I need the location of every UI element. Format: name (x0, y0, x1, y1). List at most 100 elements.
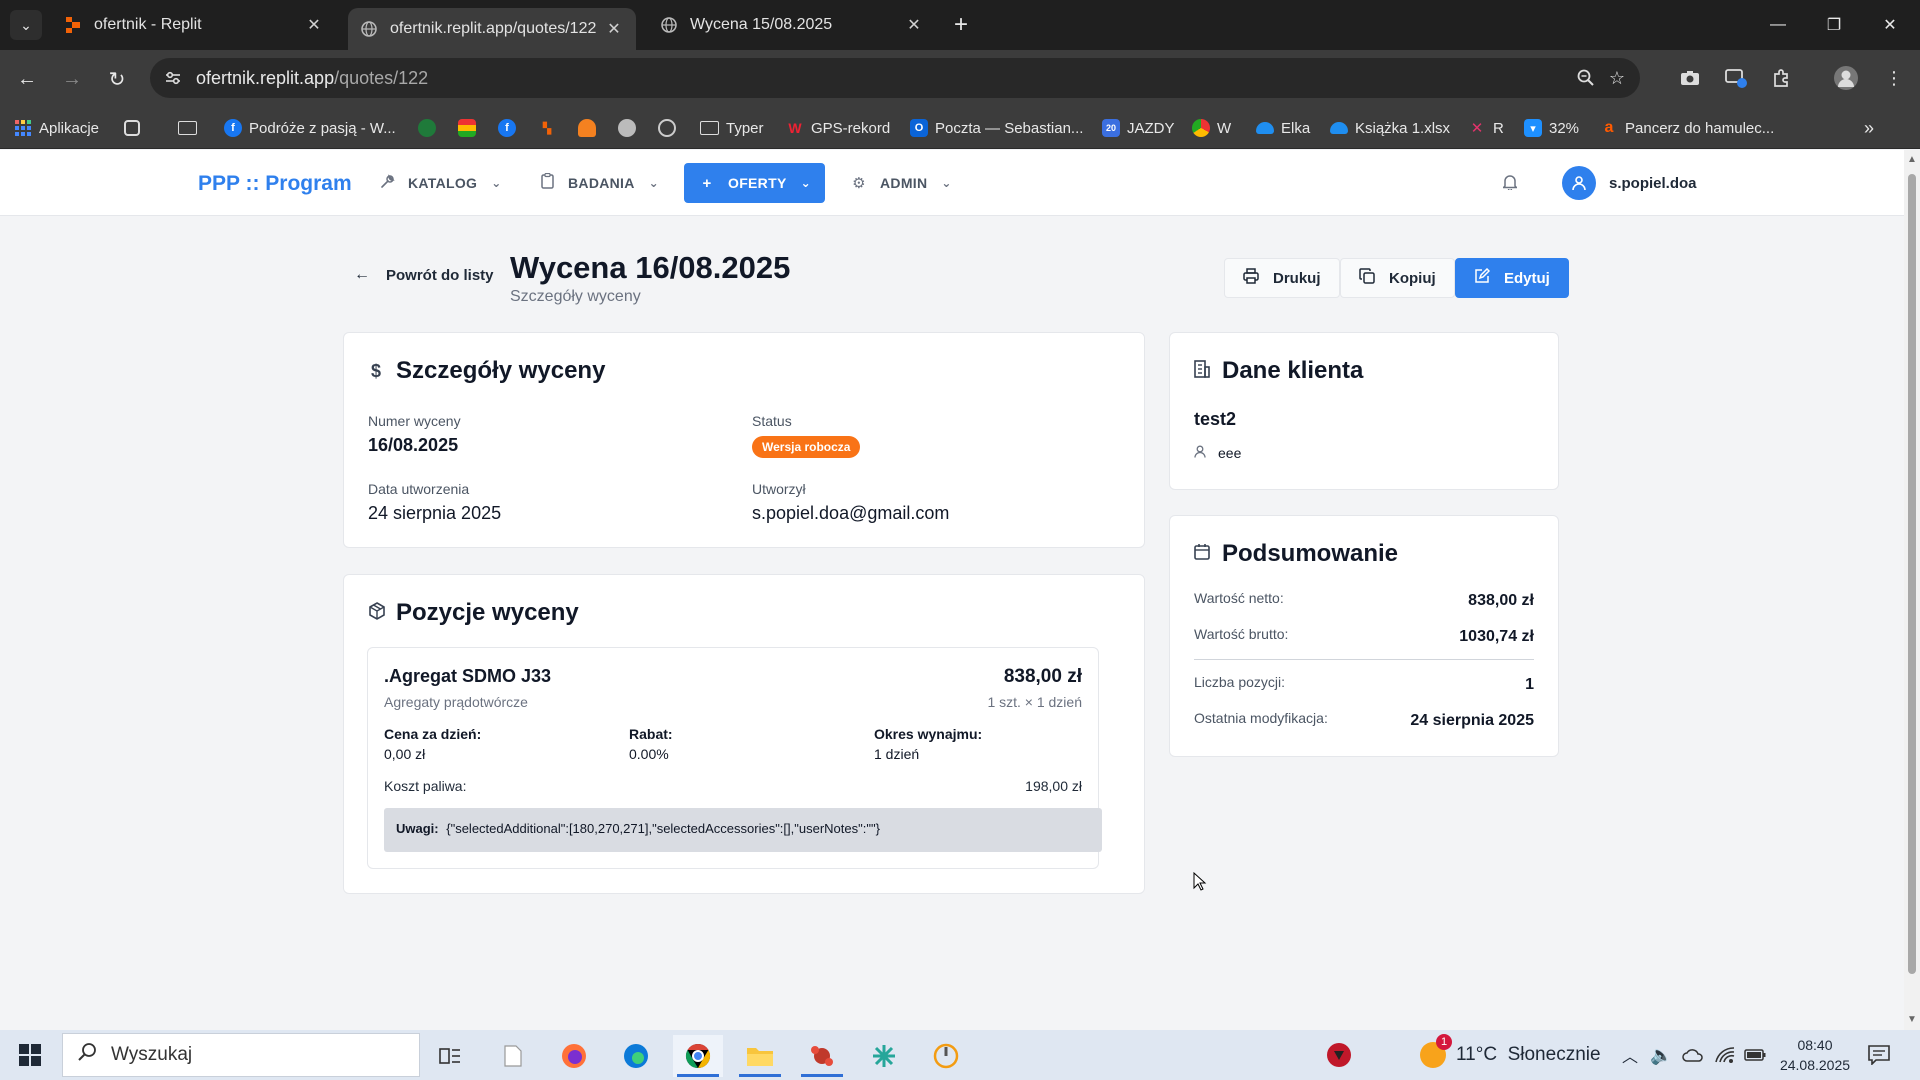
summary-label: Ostatnia modyfikacja: (1194, 710, 1328, 726)
bookmark-podroze[interactable]: f Podróże z pasją - W... (224, 115, 396, 141)
bookmark-apps[interactable]: Aplikacje (14, 115, 99, 141)
bookmark-replit[interactable]: ▚ (538, 115, 563, 141)
bookmark-folder[interactable] (178, 115, 204, 141)
battery-icon[interactable] (1744, 1030, 1766, 1080)
scroll-down-icon[interactable]: ▼ (1907, 1014, 1917, 1025)
taskbar-search-input[interactable]: Wyszukaj (62, 1033, 420, 1077)
copy-button[interactable]: Kopiuj (1340, 258, 1455, 298)
bookmark-star-icon[interactable]: ☆ (1605, 66, 1629, 90)
file-icon[interactable] (488, 1035, 538, 1077)
system-clock[interactable]: 08:40 24.08.2025 (1774, 1035, 1856, 1075)
screenshot-icon[interactable] (1676, 64, 1704, 92)
username[interactable]: s.popiel.doa (1609, 175, 1697, 192)
browser-menu-icon[interactable]: ⋮ (1880, 64, 1908, 92)
bookmark-r[interactable]: ✕ R (1468, 115, 1504, 141)
address-bar[interactable]: ofertnik.replit.app/quotes/122 ☆ (150, 58, 1640, 98)
new-tab-button[interactable]: + (946, 10, 976, 40)
tray-app-icon[interactable] (1326, 1030, 1352, 1080)
created-date: 24 sierpnia 2025 (368, 503, 502, 523)
dollar-icon: $ (370, 360, 381, 381)
bookmark-typer[interactable]: Typer (700, 115, 764, 141)
close-tab-icon[interactable]: ✕ (904, 15, 924, 35)
windows-start-icon[interactable] (10, 1038, 50, 1072)
more-bookmarks-icon[interactable]: » (1864, 115, 1874, 141)
tab-quote-15[interactable]: Wycena 15/08.2025 ✕ (648, 8, 936, 42)
status-badge: Wersja robocza (752, 436, 861, 458)
back-to-list-link[interactable]: ← Powrót do listy (354, 266, 494, 284)
zoom-icon[interactable] (1574, 66, 1598, 90)
task-view-icon[interactable] (425, 1035, 475, 1077)
status-label: Status (752, 413, 792, 429)
scrollbar-thumb[interactable] (1908, 174, 1916, 974)
bookmark-w[interactable]: W (1192, 115, 1231, 141)
bag-icon (458, 119, 476, 137)
minimize-button[interactable]: — (1750, 0, 1806, 50)
power-app-icon[interactable] (921, 1035, 971, 1077)
close-tab-icon[interactable]: ✕ (604, 19, 624, 39)
cloud-orange-icon (578, 119, 596, 137)
bell-icon[interactable] (1498, 170, 1522, 194)
bookmark-pancerz[interactable]: a Pancerz do hamulec... (1600, 115, 1775, 141)
bookmark-facebook[interactable]: f (498, 115, 523, 141)
extension-window-icon[interactable] (1722, 64, 1750, 92)
edge-icon[interactable] (611, 1035, 661, 1077)
back-icon[interactable]: ← (10, 62, 44, 96)
volume-icon[interactable]: 🔈 (1650, 1030, 1672, 1080)
number-label: Numer wyceny (368, 413, 461, 429)
extensions-puzzle-icon[interactable] (1768, 64, 1796, 92)
nav-admin[interactable]: ⚙ ADMIN ⌄ (850, 163, 952, 203)
folder-icon (178, 121, 197, 135)
nav-katalog[interactable]: KATALOG ⌄ (378, 163, 502, 203)
profile-avatar-icon[interactable] (1832, 64, 1860, 92)
bookmark-bag[interactable] (458, 115, 483, 141)
bookmark-jazdy[interactable]: 20 JAZDY (1102, 115, 1175, 141)
reload-icon[interactable]: ↻ (100, 62, 134, 96)
notifications-icon[interactable] (1868, 1030, 1890, 1080)
chrome-icon[interactable] (673, 1035, 723, 1077)
nav-badania[interactable]: BADANIA ⌄ (538, 163, 659, 203)
calendar-icon (1194, 543, 1210, 565)
bookmark-green[interactable] (418, 115, 443, 141)
bookmark-openai[interactable] (658, 115, 683, 141)
quote-items-card: Pozycje wyceny .Agregat SDMO J33 Agregat… (343, 574, 1145, 894)
bookmark-ksiazka[interactable]: Książka 1.xlsx (1330, 115, 1450, 141)
bookmark-cloud[interactable] (578, 115, 603, 141)
close-window-button[interactable]: ✕ (1862, 0, 1918, 50)
onedrive-tray-icon[interactable] (1682, 1030, 1704, 1080)
bookmark-poczta[interactable]: O Poczta — Sebastian... (910, 115, 1083, 141)
file-explorer-icon[interactable] (735, 1035, 785, 1077)
wifi-icon[interactable] (1714, 1030, 1736, 1080)
bookmark-elka[interactable]: Elka (1256, 115, 1310, 141)
nav-oferty[interactable]: + OFERTY ⌄ (684, 163, 825, 203)
bookmark-32[interactable]: ▾ 32% (1524, 115, 1579, 141)
scroll-up-icon[interactable]: ▲ (1907, 154, 1917, 165)
bookmark-gps[interactable]: W GPS-rekord (786, 115, 890, 141)
brand-logo[interactable]: PPP :: Program (198, 172, 352, 196)
app-red-icon[interactable] (797, 1035, 847, 1077)
forward-icon[interactable]: → (55, 62, 89, 96)
created-label: Data utworzenia (368, 481, 470, 497)
user-icon (1194, 445, 1206, 461)
firefox-icon[interactable] (549, 1035, 599, 1077)
clock-time: 08:40 (1797, 1037, 1833, 1053)
weather-badge: 1 (1436, 1034, 1452, 1050)
tab-replit[interactable]: ofertnik - Replit ✕ (52, 8, 336, 42)
page-scrollbar[interactable]: ▲ ▼ (1904, 150, 1920, 1030)
browser-toolbar: ← → ↻ ofertnik.replit.app/quotes/122 ☆ ⋮ (0, 50, 1920, 107)
bookmark-grid[interactable] (124, 115, 147, 141)
tab-search-button[interactable]: ⌄ (10, 10, 42, 40)
tab-quote-122[interactable]: ofertnik.replit.app/quotes/122 ✕ (348, 8, 636, 50)
search-icon (77, 1042, 97, 1068)
user-avatar[interactable] (1562, 166, 1596, 200)
page-subtitle: Szczegóły wyceny (510, 288, 641, 305)
app-teal-icon[interactable] (859, 1035, 909, 1077)
site-info-icon[interactable] (162, 67, 184, 89)
print-button[interactable]: Drukuj (1224, 258, 1340, 298)
bookmark-globe[interactable] (618, 115, 643, 141)
show-hidden-icons-icon[interactable]: ︿ (1622, 1030, 1638, 1080)
summary-label: Wartość netto: (1194, 590, 1284, 606)
weather-widget[interactable]: 1 11°C Słonecznie (1420, 1030, 1601, 1080)
edit-button[interactable]: Edytuj (1455, 258, 1569, 298)
restore-button[interactable]: ❐ (1806, 0, 1862, 50)
close-tab-icon[interactable]: ✕ (304, 15, 324, 35)
